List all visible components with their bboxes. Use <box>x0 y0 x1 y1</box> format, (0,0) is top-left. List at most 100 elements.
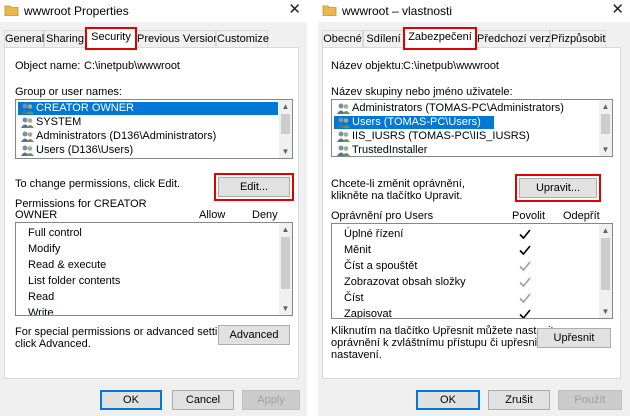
permissions-list[interactable]: Full control Modify Read & execute List … <box>15 222 293 316</box>
security-panel: Object name: C:\inetpub\wwwroot Group or… <box>4 47 299 379</box>
properties-dialog-czech: wwwroot – vlastnosti ✕ Obecné Sdílení Za… <box>318 0 630 416</box>
ok-button[interactable]: OK <box>416 390 480 410</box>
tab-sharing[interactable]: Sdílení <box>363 30 404 48</box>
title-bar[interactable]: wwwroot – vlastnosti ✕ <box>318 0 630 22</box>
special-permissions-text: For special permissions or advanced sett… <box>15 326 239 338</box>
tab-sharing[interactable]: Sharing <box>44 30 86 48</box>
permissions-header: Oprávnění pro Users <box>331 210 434 222</box>
check-icon-allow <box>519 245 531 256</box>
allow-column-header: Povolit <box>512 210 546 222</box>
scrollbar[interactable]: ▲ ▼ <box>279 100 292 158</box>
user-group-icon <box>21 131 34 142</box>
scroll-down-icon[interactable]: ▼ <box>279 302 292 315</box>
list-item[interactable]: TrustedInstaller <box>334 144 428 156</box>
scroll-thumb[interactable] <box>601 114 610 134</box>
user-list[interactable]: CREATOR OWNER SYSTEM Administrators (D13… <box>15 99 293 159</box>
list-item-label: Users (D136\Users) <box>36 144 134 156</box>
check-icon-allow <box>519 309 531 318</box>
scroll-down-icon[interactable]: ▼ <box>279 145 292 158</box>
list-item-label: IIS_IUSRS (TOMAS-PC\IIS_IUSRS) <box>352 130 530 142</box>
scroll-down-icon[interactable]: ▼ <box>599 143 612 156</box>
check-icon-inherited <box>519 277 531 288</box>
tab-previous-versions[interactable]: Předchozí verze <box>476 30 556 48</box>
scroll-up-icon[interactable]: ▲ <box>599 224 612 237</box>
scroll-thumb[interactable] <box>281 114 290 134</box>
check-icon-inherited <box>519 293 531 304</box>
change-permissions-text: To change permissions, click Edit. <box>15 178 181 190</box>
scroll-up-icon[interactable]: ▲ <box>279 100 292 113</box>
scrollbar[interactable]: ▲ ▼ <box>279 223 292 315</box>
deny-column-header: Deny <box>252 209 278 221</box>
special-permissions-text-2: click Advanced. <box>15 338 91 350</box>
window-title: wwwroot – vlastnosti <box>342 4 453 18</box>
scrollbar[interactable]: ▲ ▼ <box>599 224 612 318</box>
list-item[interactable]: CREATOR OWNER <box>18 102 278 115</box>
list-item: Read <box>28 291 55 303</box>
scrollbar[interactable]: ▲ ▼ <box>599 100 612 156</box>
list-item-label: CREATOR OWNER <box>36 102 134 114</box>
list-item: Full control <box>28 227 82 239</box>
apply-button[interactable]: Apply <box>242 390 300 410</box>
group-label: Group or user names: <box>15 86 122 98</box>
object-name-label: Object name: <box>15 60 81 72</box>
list-item: Měnit <box>344 244 371 256</box>
tab-security[interactable]: Zabezpečení <box>403 27 477 50</box>
list-item[interactable]: Administrators (D136\Administrators) <box>18 130 216 143</box>
folder-icon <box>4 5 19 16</box>
tab-customize[interactable]: Přizpůsobit <box>550 30 606 48</box>
object-name-value: C:\inetpub\wwwroot <box>403 60 499 72</box>
security-panel: Název objektu: C:\inetpub\wwwroot Název … <box>322 47 621 379</box>
user-group-icon <box>21 117 34 128</box>
folder-icon <box>322 5 337 16</box>
list-item[interactable]: SYSTEM <box>18 116 81 129</box>
scroll-thumb[interactable] <box>281 237 290 289</box>
apply-button[interactable]: Použít <box>558 390 622 410</box>
tab-general[interactable]: Obecné <box>322 30 363 48</box>
tab-security[interactable]: Security <box>85 27 137 50</box>
advanced-button[interactable]: Advanced <box>218 325 290 345</box>
scroll-up-icon[interactable]: ▲ <box>599 100 612 113</box>
properties-dialog-english: wwwroot Properties ✕ General Sharing Sec… <box>0 0 307 416</box>
window-title: wwwroot Properties <box>24 4 129 18</box>
scroll-thumb[interactable] <box>601 238 610 290</box>
scroll-down-icon[interactable]: ▼ <box>599 305 612 318</box>
check-icon-inherited <box>519 261 531 272</box>
advanced-button[interactable]: Upřesnit <box>537 328 611 348</box>
list-item-label: SYSTEM <box>36 116 82 128</box>
check-icon-allow <box>519 229 531 240</box>
allow-column-header: Allow <box>199 209 226 221</box>
tab-customize[interactable]: Customize <box>216 30 269 48</box>
user-list[interactable]: Administrators (TOMAS-PC\Administrators)… <box>331 99 613 157</box>
cancel-button[interactable]: Cancel <box>172 390 234 410</box>
change-permissions-text: Chcete-li změnit oprávnění, <box>331 178 465 190</box>
list-item: Úplné řízení <box>344 228 404 240</box>
object-name-label: Název objektu: <box>331 60 404 72</box>
user-group-icon <box>21 145 34 156</box>
list-item[interactable]: Administrators (TOMAS-PC\Administrators) <box>334 102 564 115</box>
change-permissions-text-2: klikněte na tlačítko Upravit. <box>331 190 463 202</box>
list-item[interactable]: Users (D136\Users) <box>18 144 133 157</box>
scroll-up-icon[interactable]: ▲ <box>279 223 292 236</box>
tab-previous-versions[interactable]: Previous Versions <box>136 30 225 48</box>
user-group-icon <box>21 103 34 114</box>
title-bar[interactable]: wwwroot Properties ✕ <box>0 0 307 22</box>
list-item[interactable]: Users (TOMAS-PC\Users) <box>334 116 494 129</box>
highlight-box <box>214 173 294 201</box>
user-group-icon <box>337 145 350 156</box>
group-label: Název skupiny nebo jméno uživatele: <box>331 86 513 98</box>
deny-column-header: Odepřít <box>563 210 600 222</box>
permissions-list[interactable]: Úplné řízení Měnit Číst a spouštět Zobra… <box>331 223 613 319</box>
list-item-label: TrustedInstaller <box>352 144 428 156</box>
list-item: List folder contents <box>28 275 121 287</box>
list-item: Zapisovat <box>344 308 392 319</box>
special-permissions-text: Kliknutím na tlačítko Upřesnit můžete na… <box>331 325 554 337</box>
tab-general[interactable]: General <box>4 30 44 48</box>
list-item[interactable]: IIS_IUSRS (TOMAS-PC\IIS_IUSRS) <box>334 130 530 143</box>
list-item: Zobrazovat obsah složky <box>344 276 466 288</box>
ok-button[interactable]: OK <box>100 390 162 410</box>
cancel-button[interactable]: Zrušit <box>488 390 550 410</box>
user-group-icon <box>337 103 350 114</box>
close-icon[interactable]: ✕ <box>611 1 624 19</box>
list-item: Read & execute <box>28 259 107 271</box>
close-icon[interactable]: ✕ <box>288 1 301 19</box>
